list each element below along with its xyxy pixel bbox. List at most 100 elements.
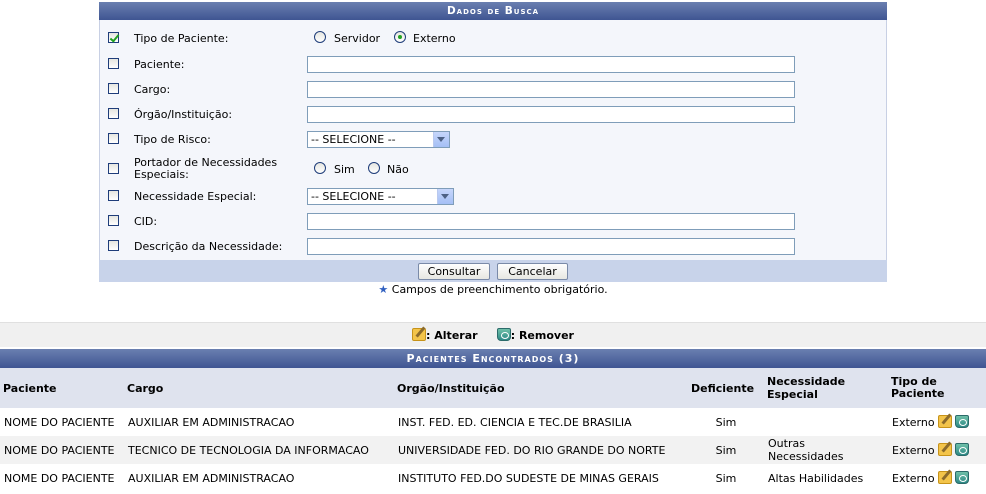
cell-cargo: AUXILIAR EM ADMINISTRACAO [124,464,394,492]
radio-nao[interactable] [368,162,380,174]
tipo-paciente-checkbox[interactable] [108,32,119,43]
search-form-caption: Dados de Busca [99,2,887,20]
descricao-checkbox[interactable] [108,240,119,251]
cancelar-button[interactable]: Cancelar [497,263,568,280]
tipo-risco-checkbox[interactable] [108,133,119,144]
cell-orgao: UNIVERSIDADE FED. DO RIO GRANDE DO NORTE [394,436,688,464]
edit-pencil-icon[interactable] [937,471,952,484]
radio-sim-label: Sim [334,163,355,176]
trash-icon [496,328,511,341]
radio-servidor-label: Servidor [334,32,381,45]
row-orgao: Órgão/Instituição: [100,104,886,126]
results-panel: Pacientes Encontrados (3) Paciente Cargo… [0,349,986,492]
chevron-down-icon[interactable] [433,132,449,147]
star-icon: ★ [378,283,389,296]
cell-necessidade: Altas Habilidades [764,464,888,492]
cid-checkbox[interactable] [108,215,119,226]
search-form: Dados de Busca Tipo de Paciente: Servido… [99,2,887,282]
orgao-checkbox[interactable] [108,108,119,119]
paciente-input[interactable] [307,56,795,73]
table-row: NOME DO PACIENTE AUXILIAR EM ADMINISTRAC… [0,464,986,492]
cell-deficiente: Sim [688,436,764,464]
search-form-body: Tipo de Paciente: Servidor Externo Pacie… [99,20,887,260]
cell-orgao: INSTITUTO FED.DO SUDESTE DE MINAS GERAIS [394,464,688,492]
row-cid: CID: [100,211,886,233]
cargo-label: Cargo: [134,83,171,96]
radio-externo-label: Externo [413,32,456,45]
necessidade-label: Necessidade Especial: [134,190,257,203]
portador-checkbox[interactable] [108,163,119,174]
cell-tipo: Externo [888,464,986,492]
necessidade-checkbox[interactable] [108,190,119,201]
trash-icon[interactable] [954,443,969,456]
cell-cargo: TECNICO DE TECNOLOGIA DA INFORMACAO [124,436,394,464]
col-deficiente: Deficiente [688,368,764,408]
cid-input[interactable] [307,213,795,230]
row-descricao: Descrição da Necessidade: [100,236,886,258]
cell-necessidade: Outras Necessidades [764,436,888,464]
row-paciente: Paciente: [100,54,886,76]
col-orgao: Orgão/Instituição [394,368,688,408]
consultar-button[interactable]: Consultar [418,263,490,280]
cell-deficiente: Sim [688,408,764,436]
row-portador: Portador de Necessidades Especiais: Sim … [100,156,886,181]
results-header-row: Paciente Cargo Orgão/Instituição Deficie… [0,368,986,408]
paciente-label: Paciente: [134,58,185,71]
cargo-checkbox[interactable] [108,83,119,94]
descricao-label: Descrição da Necessidade: [134,240,283,253]
radio-sim[interactable] [314,162,326,174]
edit-pencil-icon[interactable] [937,443,952,456]
edit-pencil-icon[interactable] [937,415,952,428]
legend-remover: : Remover [510,329,574,342]
search-form-footer: Consultar Cancelar [99,260,887,282]
cell-deficiente: Sim [688,464,764,492]
col-cargo: Cargo [124,368,394,408]
orgao-label: Órgão/Instituição: [134,108,233,121]
descricao-input[interactable] [307,238,795,255]
trash-icon[interactable] [954,471,969,484]
cell-paciente: NOME DO PACIENTE [0,464,124,492]
cell-tipo-value: Externo [892,416,935,429]
cell-tipo: Externo [888,436,986,464]
cell-cargo: AUXILIAR EM ADMINISTRACAO [124,408,394,436]
cell-necessidade [764,408,888,436]
tipo-risco-select[interactable]: -- SELECIONE -- [307,131,450,148]
cell-tipo-value: Externo [892,444,935,457]
portador-label: Portador de Necessidades Especiais: [134,156,278,181]
row-necessidade: Necessidade Especial: -- SELECIONE -- [100,186,886,208]
col-tipo: Tipo de Paciente [888,368,986,408]
orgao-input[interactable] [307,106,795,123]
col-necessidade: Necessidade Especial [764,368,888,408]
table-row: NOME DO PACIENTE AUXILIAR EM ADMINISTRAC… [0,408,986,436]
col-paciente: Paciente [0,368,124,408]
necessidade-select[interactable]: -- SELECIONE -- [307,188,454,205]
edit-pencil-icon [412,328,427,341]
cell-paciente: NOME DO PACIENTE [0,436,124,464]
cargo-input[interactable] [307,81,795,98]
actions-legend: : Alterar : Remover [0,322,986,347]
cell-tipo-value: Externo [892,472,935,485]
row-tipo-risco: Tipo de Risco: -- SELECIONE -- [100,129,886,151]
paciente-checkbox[interactable] [108,58,119,69]
row-cargo: Cargo: [100,79,886,101]
necessidade-select-value: -- SELECIONE -- [311,190,396,203]
radio-servidor[interactable] [314,31,326,43]
radio-externo[interactable] [394,31,406,43]
radio-nao-label: Não [387,163,409,176]
cell-tipo: Externo [888,408,986,436]
results-caption: Pacientes Encontrados (3) [0,349,986,368]
legend-alterar: : Alterar [426,329,478,342]
tipo-risco-label: Tipo de Risco: [134,133,211,146]
required-note: ★ Campos de preenchimento obrigatório. [0,283,986,296]
tipo-paciente-label: Tipo de Paciente: [134,32,229,45]
chevron-down-icon[interactable] [437,189,453,204]
tipo-risco-select-value: -- SELECIONE -- [311,133,396,146]
cell-orgao: INST. FED. ED. CIENCIA E TEC.DE BRASILIA [394,408,688,436]
table-row: NOME DO PACIENTE TECNICO DE TECNOLOGIA D… [0,436,986,464]
cid-label: CID: [134,215,158,228]
required-note-text: Campos de preenchimento obrigatório. [391,283,608,296]
results-table: Paciente Cargo Orgão/Instituição Deficie… [0,368,986,492]
row-tipo-paciente: Tipo de Paciente: Servidor Externo [100,28,886,50]
trash-icon[interactable] [954,415,969,428]
cell-paciente: NOME DO PACIENTE [0,408,124,436]
